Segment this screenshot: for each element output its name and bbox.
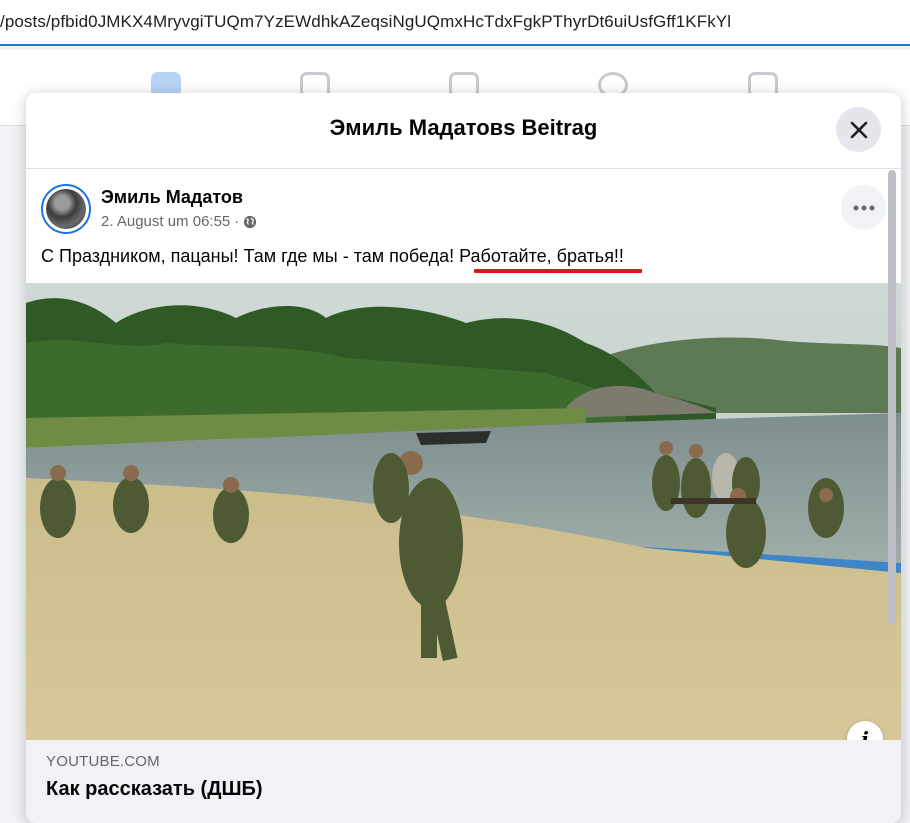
close-button[interactable]: [836, 107, 881, 152]
more-options-button[interactable]: [841, 185, 886, 230]
post-content: Эмиль Мадатов 2. August um 06:55 · С Пра…: [26, 169, 901, 823]
link-title[interactable]: Как рассказать (ДШБ): [46, 778, 263, 801]
avatar-photo: [46, 189, 86, 229]
video-scene: [26, 283, 901, 740]
post-text: С Праздником, пацаны! Там где мы - там п…: [41, 246, 624, 267]
more-dots-icon: [853, 205, 874, 210]
post-text-main: С Праздником, пацаны! Там где мы - там п…: [41, 246, 460, 266]
post-meta: 2. August um 06:55 ·: [101, 213, 257, 230]
globe-icon: [244, 215, 257, 228]
close-icon: [850, 121, 867, 138]
link-preview[interactable]: YOUTUBE.COM Как рассказать (ДШБ): [26, 740, 901, 823]
dialog-scrollbar[interactable]: [888, 170, 896, 625]
dialog-header: Эмиль Мадатовs Beitrag: [26, 93, 901, 169]
post-timestamp[interactable]: 2. August um 06:55: [101, 213, 230, 230]
dialog-title: Эмиль Мадатовs Beitrag: [329, 115, 598, 140]
url-text[interactable]: /posts/pfbid0JMKX4MryvgiTUQm7YzEWdhkAZeq…: [0, 12, 731, 32]
link-domain: YOUTUBE.COM: [46, 753, 160, 770]
address-bar[interactable]: /posts/pfbid0JMKX4MryvgiTUQm7YzEWdhkAZeq…: [0, 0, 910, 46]
author-avatar[interactable]: [41, 184, 91, 234]
post-dialog: Эмиль Мадатовs Beitrag Эмиль Мадатов 2. …: [26, 93, 901, 823]
meta-separator: ·: [234, 213, 240, 230]
highlight-underline: [474, 269, 642, 273]
author-name[interactable]: Эмиль Мадатов: [101, 187, 243, 208]
post-text-highlight: Работайте, братья!!: [459, 246, 624, 266]
video-thumbnail[interactable]: [26, 283, 901, 740]
